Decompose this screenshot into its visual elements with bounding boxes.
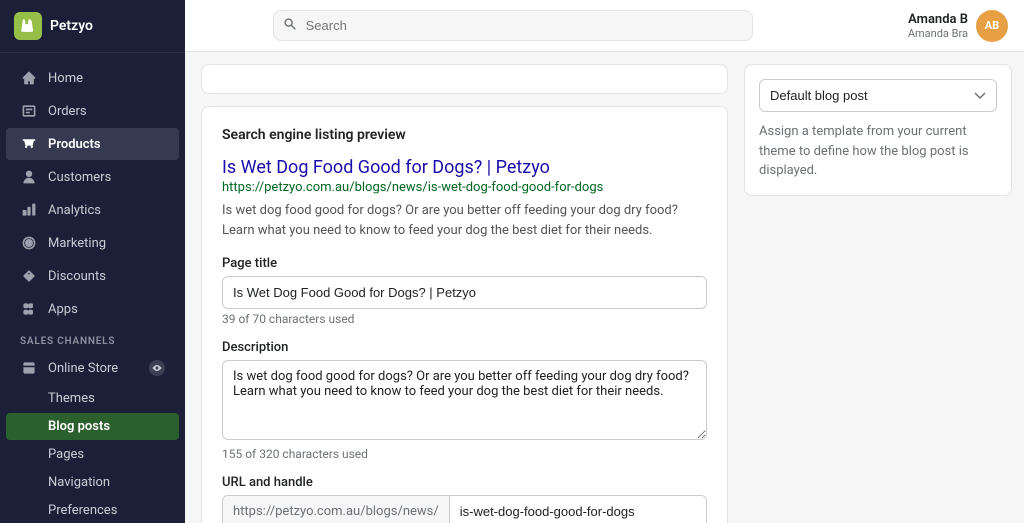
customers-icon [20, 168, 38, 186]
preferences-label: Preferences [48, 503, 117, 518]
navigation-label: Navigation [48, 475, 110, 490]
orders-icon [20, 102, 38, 120]
products-icon [20, 135, 38, 153]
blog-posts-label: Blog posts [48, 419, 110, 434]
page-title-char-count: 39 of 70 characters used [222, 312, 707, 326]
sidebar-item-orders[interactable]: Orders [6, 95, 179, 127]
sidebar-sub-preferences[interactable]: Preferences [6, 497, 179, 523]
page-title-group: Page title 39 of 70 characters used [222, 256, 707, 326]
seo-preview-desc: Is wet dog food good for dogs? Or are yo… [222, 201, 707, 240]
analytics-icon [20, 201, 38, 219]
sidebar-item-products[interactable]: Products [6, 128, 179, 160]
top-card-stub [201, 64, 728, 94]
sidebar-nav: Home Orders Products Customers [0, 53, 185, 523]
sidebar-sub-themes[interactable]: Themes [6, 385, 179, 412]
sidebar-item-analytics-label: Analytics [48, 203, 101, 218]
user-info: Amanda B Amanda Bra [908, 12, 968, 40]
main-wrapper: Amanda B Amanda Bra AB Search engine lis… [185, 0, 1024, 523]
url-prefix: https://petzyo.com.au/blogs/news/ [223, 496, 450, 523]
template-panel-card: Default blog post Assign a template from… [744, 64, 1012, 196]
page-content: Search engine listing preview Is Wet Dog… [185, 52, 744, 523]
sidebar-item-discounts[interactable]: Discounts [6, 260, 179, 292]
channels-section-label: SALES CHANNELS [0, 326, 185, 351]
sidebar-sub-navigation[interactable]: Navigation [6, 469, 179, 496]
seo-preview-title[interactable]: Is Wet Dog Food Good for Dogs? | Petzyo [222, 157, 707, 178]
template-select[interactable]: Default blog post [759, 79, 997, 112]
discounts-icon [20, 267, 38, 285]
sidebar-item-marketing-label: Marketing [48, 236, 106, 251]
url-handle-group: URL and handle https://petzyo.com.au/blo… [222, 475, 707, 523]
sidebar-sub-pages[interactable]: Pages [6, 441, 179, 468]
themes-label: Themes [48, 391, 95, 406]
search-bar-container [273, 10, 753, 41]
sidebar-item-orders-label: Orders [48, 104, 87, 119]
apps-icon [20, 300, 38, 318]
avatar[interactable]: AB [976, 10, 1008, 42]
user-area: Amanda B Amanda Bra AB [908, 10, 1008, 42]
store-name: Petzyo [50, 18, 93, 34]
description-char-count: 155 of 320 characters used [222, 447, 707, 461]
url-handle-input[interactable] [450, 496, 706, 523]
sidebar-item-home[interactable]: Home [6, 62, 179, 94]
description-input[interactable]: Is wet dog food good for dogs? Or are yo… [222, 360, 707, 440]
seo-preview-url: https://petzyo.com.au/blogs/news/is-wet-… [222, 180, 707, 195]
sidebar-item-customers-label: Customers [48, 170, 111, 185]
content-area: Search engine listing preview Is Wet Dog… [185, 52, 1024, 523]
sidebar-item-discounts-label: Discounts [48, 269, 106, 284]
sidebar-item-apps-label: Apps [48, 302, 78, 317]
seo-card: Search engine listing preview Is Wet Dog… [201, 106, 728, 523]
description-group: Description Is wet dog food good for dog… [222, 340, 707, 461]
sidebar-sub-blog-posts[interactable]: Blog posts [6, 413, 179, 440]
sidebar: Petzyo Home Orders Products [0, 0, 185, 523]
sidebar-item-analytics[interactable]: Analytics [6, 194, 179, 226]
pages-label: Pages [48, 447, 84, 462]
sidebar-item-products-label: Products [48, 137, 101, 152]
marketing-icon [20, 234, 38, 252]
description-label: Description [222, 340, 707, 355]
visibility-icon[interactable] [149, 360, 165, 376]
search-icon [283, 17, 297, 35]
user-subtitle: Amanda Bra [908, 27, 968, 40]
url-field-wrapper: https://petzyo.com.au/blogs/news/ [222, 495, 707, 523]
sidebar-item-online-store[interactable]: Online Store [6, 352, 179, 384]
shopify-logo [14, 12, 42, 40]
sidebar-header: Petzyo [0, 0, 185, 53]
sidebar-item-home-label: Home [48, 71, 83, 86]
user-name: Amanda B [908, 12, 968, 27]
seo-section-title: Search engine listing preview [222, 127, 707, 143]
url-handle-label: URL and handle [222, 475, 707, 490]
online-store-icon [20, 359, 38, 377]
right-panel: Default blog post Assign a template from… [744, 52, 1024, 523]
sidebar-item-apps[interactable]: Apps [6, 293, 179, 325]
search-input[interactable] [273, 10, 753, 41]
sidebar-item-customers[interactable]: Customers [6, 161, 179, 193]
topbar: Amanda B Amanda Bra AB [185, 0, 1024, 52]
page-title-input[interactable] [222, 276, 707, 309]
sidebar-item-marketing[interactable]: Marketing [6, 227, 179, 259]
form-wrapper: Search engine listing preview Is Wet Dog… [185, 52, 744, 523]
online-store-label: Online Store [48, 361, 149, 376]
template-description: Assign a template from your current them… [759, 122, 997, 181]
page-title-label: Page title [222, 256, 707, 271]
home-icon [20, 69, 38, 87]
